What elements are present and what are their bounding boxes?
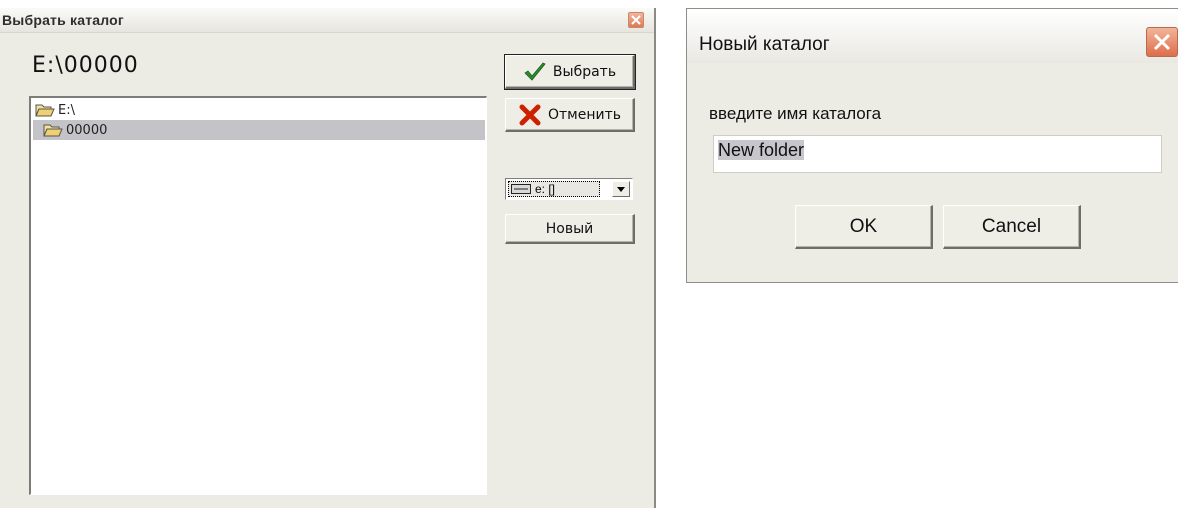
ok-button[interactable]: OK	[795, 205, 933, 249]
close-icon	[631, 15, 641, 25]
dropdown-arrow-button[interactable]	[612, 181, 630, 197]
tree-item-root[interactable]: E:\	[33, 100, 485, 120]
choose-button-label: Выбрать	[552, 63, 617, 80]
folder-name-input[interactable]: New folder	[713, 135, 1162, 173]
new-button-label: Новый	[545, 220, 594, 237]
cross-icon	[519, 104, 541, 125]
input-value: New folder	[718, 140, 805, 160]
folder-tree[interactable]: E:\ 00000	[29, 96, 487, 495]
drive-label: e: []	[535, 182, 556, 196]
dialog-title: Выбрать каталог	[2, 12, 124, 28]
close-icon	[1153, 33, 1171, 51]
cancel-button-label: Cancel	[981, 215, 1042, 237]
choose-folder-dialog: Выбрать каталог E:\00000 E:\ 00000 Выбра…	[0, 8, 656, 508]
tree-item-selected[interactable]: 00000	[33, 120, 485, 140]
cancel-button-label: Отменить	[547, 106, 621, 123]
drive-selected-value: e: []	[508, 181, 600, 197]
close-button[interactable]	[628, 12, 644, 28]
drive-icon	[511, 184, 531, 194]
dialog-title: Новый каталог	[699, 34, 830, 55]
new-folder-button[interactable]: Новый	[505, 214, 635, 244]
checkmark-icon	[524, 62, 546, 81]
folder-name-prompt: введите имя каталога	[709, 104, 882, 123]
cancel-button[interactable]: Cancel	[943, 205, 1081, 249]
tree-item-label: 00000	[66, 122, 108, 138]
title-bar: Выбрать каталог	[0, 8, 654, 33]
close-button[interactable]	[1146, 27, 1178, 57]
current-path-label: E:\00000	[32, 53, 139, 78]
new-folder-dialog: Новый каталог введите имя каталога New f…	[686, 8, 1178, 283]
cancel-button[interactable]: Отменить	[505, 98, 635, 132]
tree-item-label: E:\	[58, 102, 75, 118]
ok-button-label: OK	[849, 215, 878, 237]
open-folder-icon	[43, 124, 63, 137]
title-bar: Новый каталог	[687, 9, 1178, 63]
drive-select[interactable]: e: []	[505, 178, 633, 200]
open-folder-icon	[35, 104, 55, 117]
choose-button[interactable]: Выбрать	[504, 54, 636, 90]
chevron-down-icon	[617, 186, 625, 192]
